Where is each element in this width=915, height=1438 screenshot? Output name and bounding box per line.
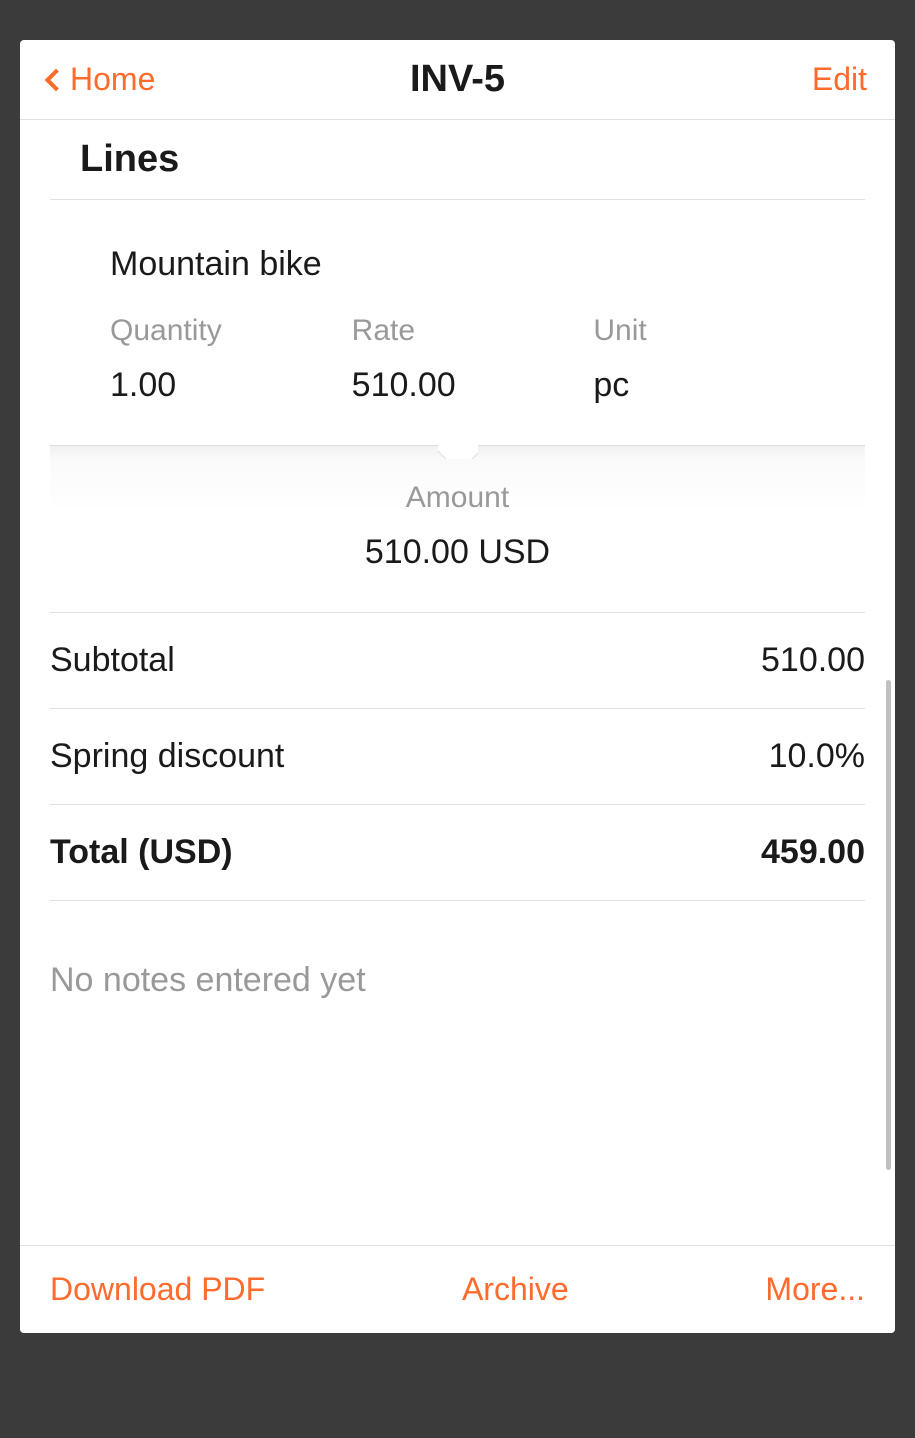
rate-value: 510.00 [352,366,594,405]
unit-value: pc [593,366,835,405]
total-value: 459.00 [761,833,865,872]
subtotal-label: Subtotal [50,641,175,680]
line-item[interactable]: Mountain bike Quantity 1.00 Rate 510.00 … [50,200,865,405]
subtotal-row: Subtotal 510.00 [50,612,865,708]
notch-indicator-icon [438,445,478,459]
subtotal-value: 510.00 [761,641,865,680]
download-pdf-button[interactable]: Download PDF [50,1271,265,1308]
back-button[interactable]: Home [48,61,155,98]
unit-label: Unit [593,314,835,348]
bottom-toolbar: Download PDF Archive More... [20,1245,895,1333]
unit-column: Unit pc [593,314,835,405]
chevron-left-icon [45,68,68,91]
page-title: INV-5 [410,58,505,101]
total-label: Total (USD) [50,833,233,872]
amount-value: 510.00 USD [50,533,865,572]
amount-label: Amount [50,481,865,515]
navigation-bar: Home INV-5 Edit [20,40,895,120]
total-row: Total (USD) 459.00 [50,804,865,901]
more-button[interactable]: More... [765,1271,865,1308]
quantity-label: Quantity [110,314,352,348]
notes-placeholder[interactable]: No notes entered yet [20,901,895,1060]
archive-button[interactable]: Archive [462,1271,569,1308]
discount-value: 10.0% [769,737,865,776]
rate-label: Rate [352,314,594,348]
invoice-detail-screen: Home INV-5 Edit Lines Mountain bike Quan… [20,40,895,1333]
scrollbar-icon[interactable] [886,680,891,1170]
line-item-details: Quantity 1.00 Rate 510.00 Unit pc [110,314,835,405]
section-header-lines: Lines [50,120,865,200]
discount-label: Spring discount [50,737,284,776]
back-label: Home [70,61,155,98]
quantity-value: 1.00 [110,366,352,405]
edit-button[interactable]: Edit [812,61,867,98]
rate-column: Rate 510.00 [352,314,594,405]
discount-row: Spring discount 10.0% [50,708,865,804]
line-item-name: Mountain bike [110,245,835,284]
quantity-column: Quantity 1.00 [110,314,352,405]
amount-section: Amount 510.00 USD [50,445,865,612]
content-area: Lines Mountain bike Quantity 1.00 Rate 5… [20,120,895,1060]
